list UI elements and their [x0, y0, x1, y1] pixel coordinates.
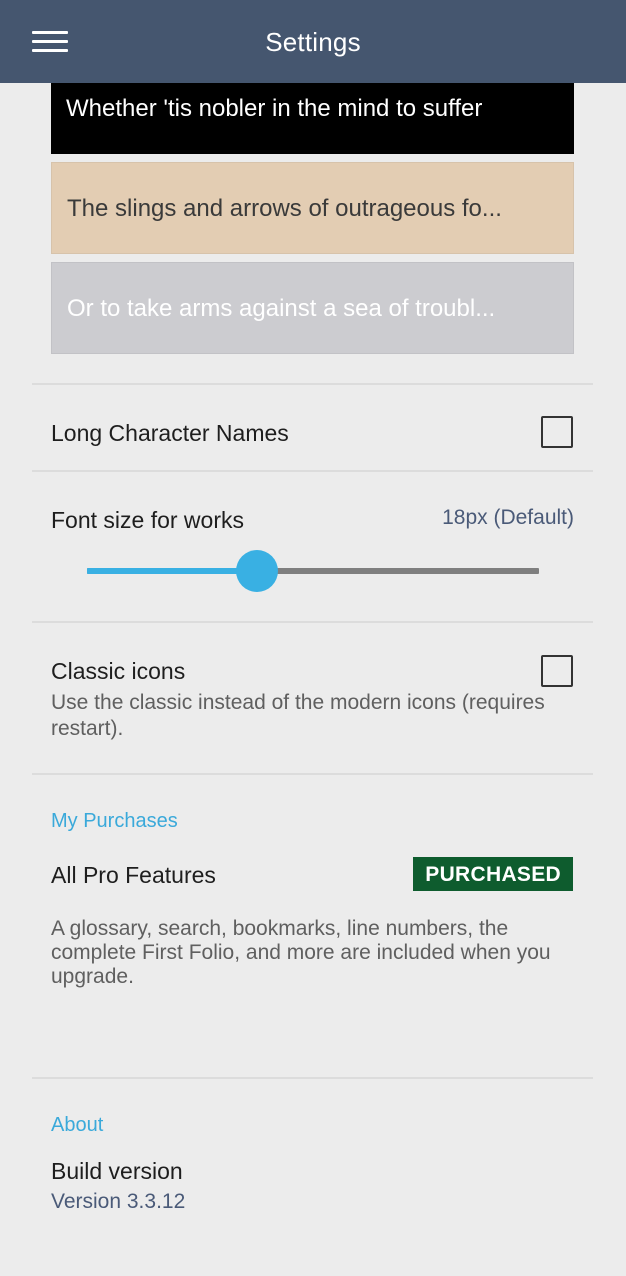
- my-purchases-header: My Purchases: [51, 810, 178, 832]
- slider-thumb[interactable]: [235, 550, 278, 592]
- classic-icons-checkbox[interactable]: [541, 655, 573, 687]
- classic-icons-label: Classic icons: [51, 658, 186, 684]
- font-size-value: 18px (Default): [442, 506, 574, 529]
- pro-features-description: A glossary, search, bookmarks, line numb…: [51, 917, 551, 988]
- about-header: About: [51, 1114, 104, 1136]
- all-pro-features-label: All Pro Features: [51, 862, 216, 888]
- theme-option-sepia[interactable]: The slings and arrows of outrageous fo..…: [51, 162, 574, 254]
- classic-icons-description: Use the classic instead of the modern ic…: [51, 691, 545, 740]
- theme-option-gray[interactable]: Or to take arms against a sea of troubl.…: [51, 262, 574, 354]
- purchased-badge: PURCHASED: [413, 857, 573, 891]
- divider: [32, 773, 593, 775]
- app-bar: Settings: [0, 0, 626, 83]
- theme-option-dark[interactable]: Whether 'tis nobler in the mind to suffe…: [51, 83, 574, 154]
- slider-fill: [87, 568, 257, 574]
- divider: [32, 1077, 593, 1079]
- divider: [32, 470, 593, 472]
- divider: [32, 383, 593, 385]
- page-title: Settings: [265, 27, 361, 57]
- long-character-names-label: Long Character Names: [51, 420, 289, 446]
- build-version-value: Version 3.3.12: [51, 1190, 186, 1213]
- font-size-slider[interactable]: [87, 550, 539, 592]
- font-size-label: Font size for works: [51, 507, 244, 533]
- long-character-names-checkbox[interactable]: [541, 416, 573, 448]
- divider: [32, 621, 593, 623]
- build-version-label: Build version: [51, 1158, 183, 1184]
